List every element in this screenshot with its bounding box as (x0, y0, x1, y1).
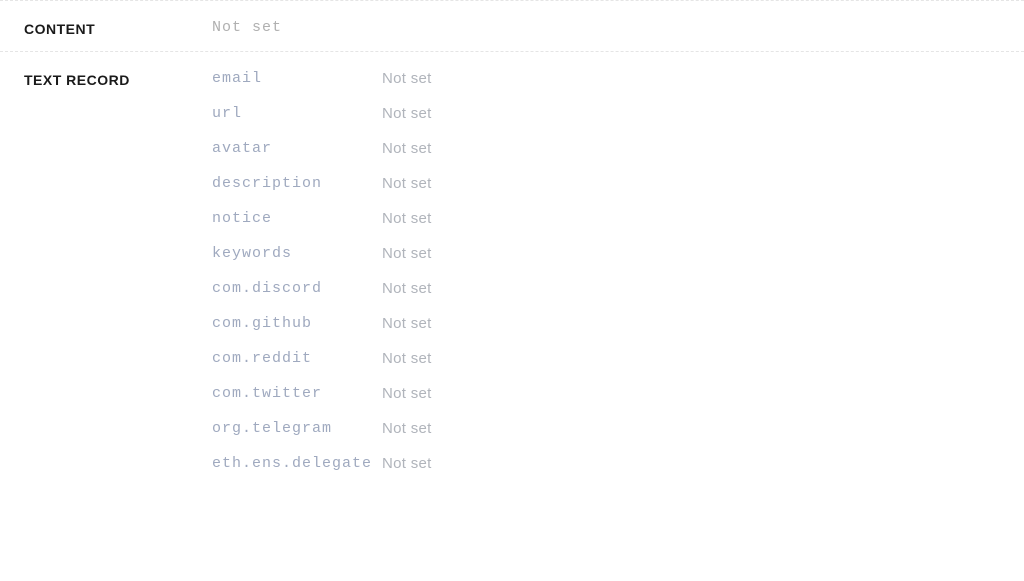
record-row: avatarNot set (212, 140, 1024, 157)
record-key: description (212, 175, 382, 192)
record-value: Not set (382, 420, 432, 437)
record-row: com.discordNot set (212, 280, 1024, 297)
record-value: Not set (382, 105, 432, 122)
record-value: Not set (382, 315, 432, 332)
record-key: org.telegram (212, 420, 382, 437)
record-row: noticeNot set (212, 210, 1024, 227)
record-row: urlNot set (212, 105, 1024, 122)
record-key: url (212, 105, 382, 122)
records-panel: CONTENT Not set TEXT RECORD emailNot set… (0, 0, 1024, 508)
record-value: Not set (382, 245, 432, 262)
record-value: Not set (382, 455, 432, 472)
record-key: avatar (212, 140, 382, 157)
record-key: com.github (212, 315, 382, 332)
record-key: notice (212, 210, 382, 227)
record-key: eth.ens.delegate (212, 455, 382, 472)
record-key: com.twitter (212, 385, 382, 402)
text-record-section-body: emailNot seturlNot setavatarNot setdescr… (212, 66, 1024, 478)
content-section-body: Not set (212, 15, 1024, 37)
record-value: Not set (382, 70, 432, 87)
record-row: descriptionNot set (212, 175, 1024, 192)
text-record-section-label: TEXT RECORD (0, 66, 212, 478)
record-value: Not set (382, 175, 432, 192)
content-section-label: CONTENT (0, 15, 212, 37)
record-value: Not set (382, 140, 432, 157)
record-row: com.githubNot set (212, 315, 1024, 332)
record-key: com.discord (212, 280, 382, 297)
record-row: keywordsNot set (212, 245, 1024, 262)
content-value: Not set (212, 15, 1024, 36)
content-section: CONTENT Not set (0, 0, 1024, 52)
text-record-section: TEXT RECORD emailNot seturlNot setavatar… (0, 52, 1024, 508)
record-row: eth.ens.delegateNot set (212, 455, 1024, 472)
record-row: com.twitterNot set (212, 385, 1024, 402)
record-value: Not set (382, 210, 432, 227)
record-key: email (212, 70, 382, 87)
record-value: Not set (382, 280, 432, 297)
record-key: com.reddit (212, 350, 382, 367)
record-key: keywords (212, 245, 382, 262)
record-row: org.telegramNot set (212, 420, 1024, 437)
record-row: emailNot set (212, 70, 1024, 87)
record-row: com.redditNot set (212, 350, 1024, 367)
record-value: Not set (382, 385, 432, 402)
records-list: emailNot seturlNot setavatarNot setdescr… (212, 66, 1024, 478)
record-value: Not set (382, 350, 432, 367)
